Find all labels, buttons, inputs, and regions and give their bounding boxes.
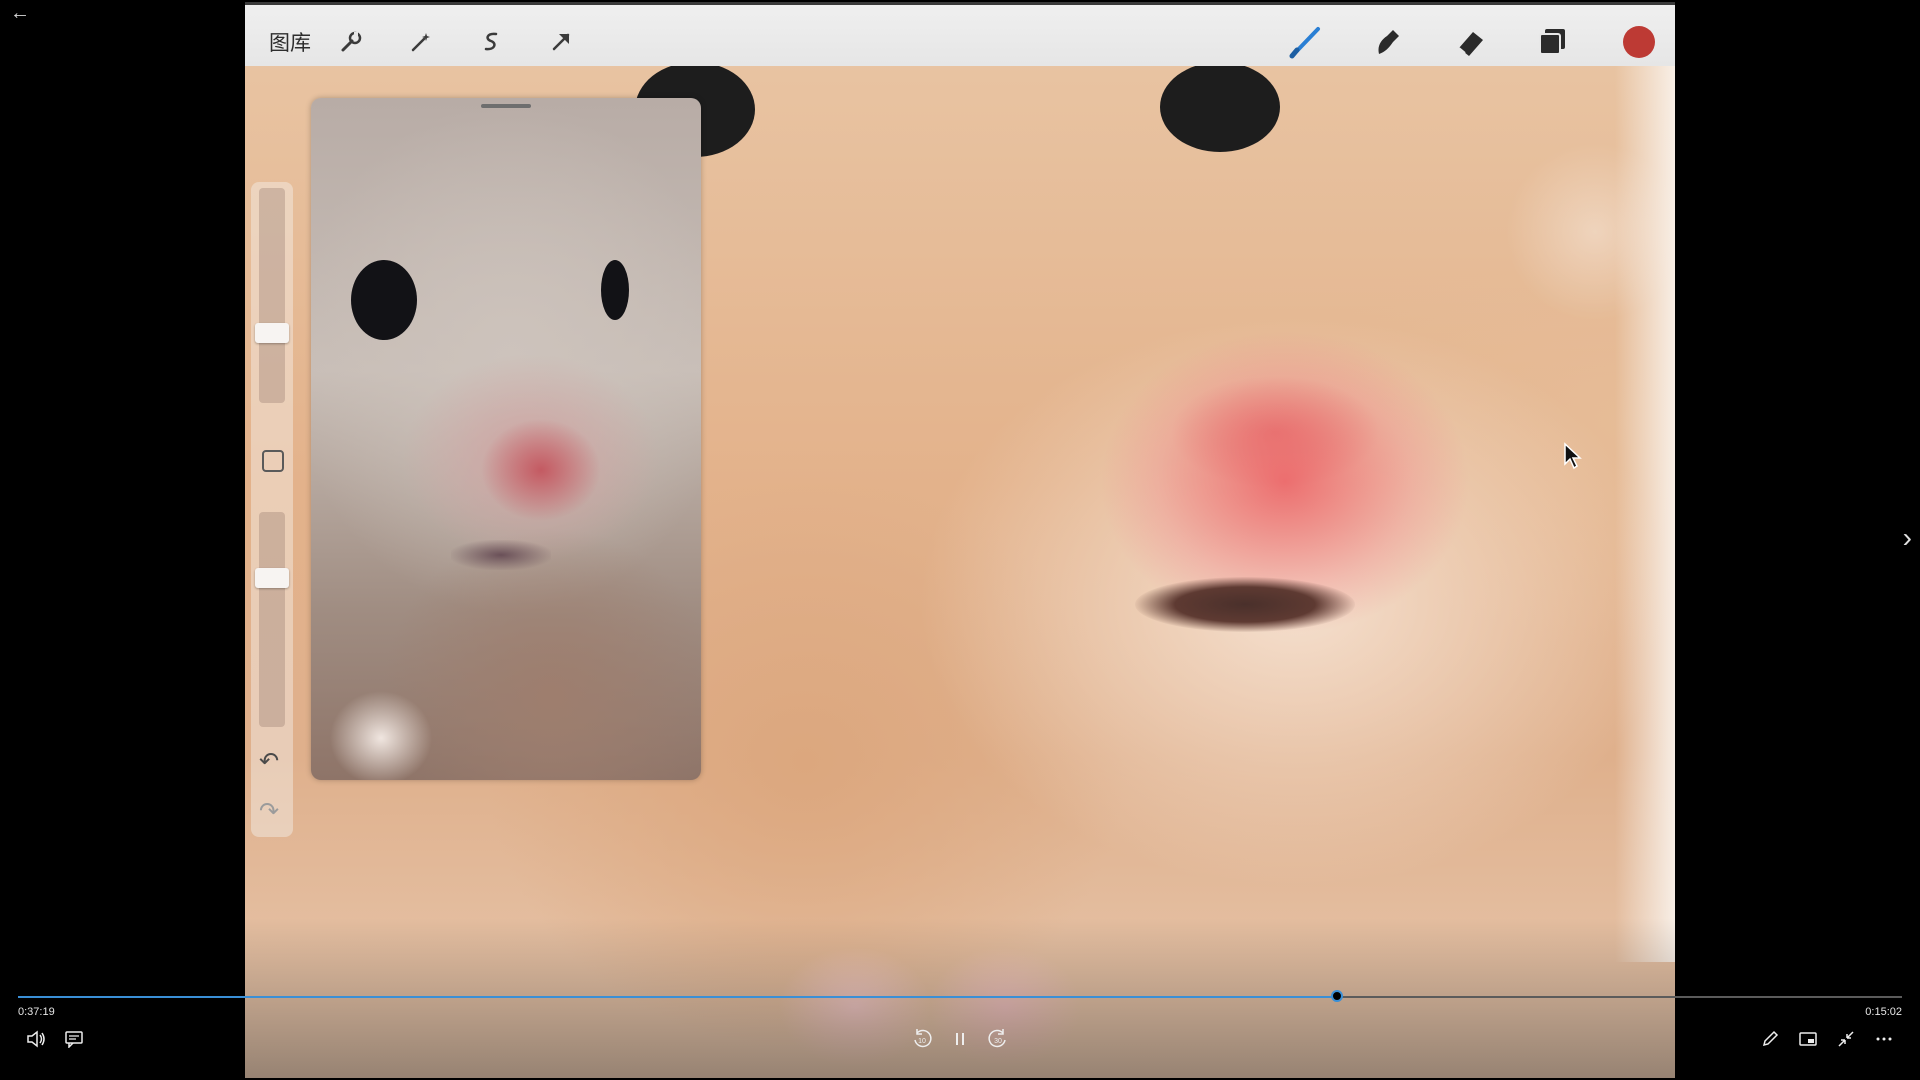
transform-arrow-icon[interactable] [549, 23, 573, 61]
brush-opacity-thumb[interactable] [255, 567, 289, 588]
exit-fullscreen-icon[interactable] [1832, 1027, 1860, 1051]
modify-button[interactable] [262, 450, 284, 472]
next-chevron-icon[interactable]: › [1903, 522, 1912, 554]
brush-size-thumb[interactable] [255, 323, 289, 344]
undo-icon[interactable]: ↶ [259, 750, 279, 774]
reference-image-window[interactable] [311, 98, 701, 780]
wrench-icon[interactable] [339, 23, 363, 61]
color-swatch[interactable] [1621, 23, 1657, 61]
seek-bar[interactable] [18, 990, 1902, 1002]
rewind-10-label: 10 [918, 1038, 926, 1045]
volume-icon[interactable] [22, 1027, 50, 1051]
brush-opacity-slider[interactable] [259, 512, 285, 727]
seek-progress [18, 996, 1337, 998]
selection-icon[interactable] [479, 23, 503, 61]
reference-eye-left [351, 260, 417, 340]
video-frame[interactable]: 图库 ↶ ↷ [245, 2, 1675, 1078]
total-time: 0:15:02 [1865, 1006, 1902, 1018]
hamster-mouth [1135, 577, 1355, 632]
brush-size-slider[interactable] [259, 188, 285, 403]
seek-thumb[interactable] [1330, 990, 1343, 1002]
mini-player-icon[interactable] [1794, 1027, 1822, 1051]
mouse-cursor-icon [1563, 442, 1583, 475]
reference-mouth [451, 540, 551, 570]
rewind-10-icon[interactable]: 10 [908, 1027, 936, 1051]
brush-icon[interactable] [1289, 23, 1323, 61]
back-arrow-icon[interactable]: ← [10, 2, 30, 25]
reference-drag-handle[interactable] [481, 104, 531, 108]
forward-30-label: 30 [994, 1038, 1002, 1045]
gallery-button[interactable]: 图库 [269, 23, 311, 61]
pause-icon[interactable] [946, 1027, 974, 1051]
white-edge [1615, 62, 1675, 962]
procreate-toolbar: 图库 [245, 2, 1675, 66]
forward-30-icon[interactable]: 30 [984, 1027, 1012, 1051]
hamster-eye-right [1160, 62, 1280, 152]
redo-icon[interactable]: ↷ [259, 800, 279, 824]
more-options-icon[interactable] [1870, 1027, 1898, 1051]
video-player: ← 图库 ↶ ↷ › 0:37:19 0:15:02 10 30 [0, 0, 1920, 1080]
eraser-icon[interactable] [1455, 23, 1487, 61]
bottom-fade [245, 918, 1675, 1078]
magic-wand-icon[interactable] [409, 23, 433, 61]
reference-eye-right [601, 260, 629, 320]
layers-icon[interactable] [1537, 23, 1567, 61]
edit-pencil-icon[interactable] [1756, 1027, 1784, 1051]
subtitles-icon[interactable] [60, 1027, 88, 1051]
current-time: 0:37:19 [18, 1006, 55, 1018]
smudge-icon[interactable] [1373, 23, 1403, 61]
procreate-side-bar: ↶ ↷ [251, 182, 293, 837]
